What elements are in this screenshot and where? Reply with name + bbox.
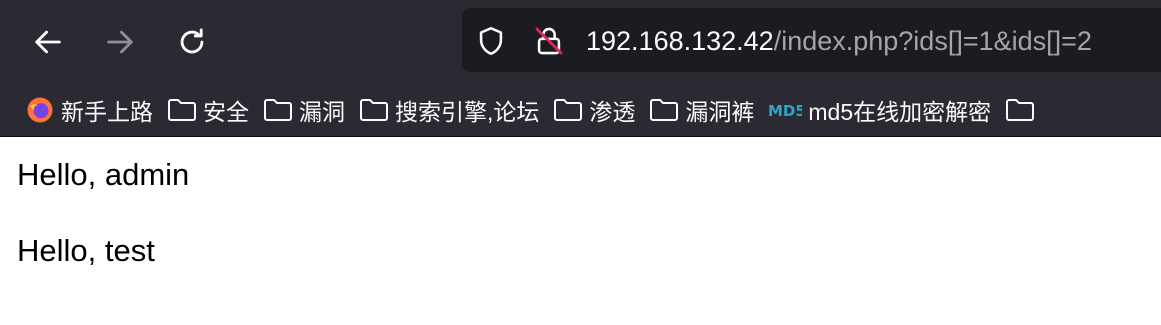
bookmark-new-user[interactable]: 新手上路 xyxy=(25,93,153,127)
bookmark-folder-search-forum[interactable]: 搜索引擎,论坛 xyxy=(359,93,539,127)
folder-icon xyxy=(167,98,197,122)
svg-text:MD5: MD5 xyxy=(768,102,802,120)
navigation-toolbar: 192.168.132.42/index.php?ids[]=1&ids[]=2 xyxy=(0,0,1161,84)
forward-arrow-icon xyxy=(107,30,133,54)
site-security-button[interactable] xyxy=(532,24,566,58)
bookmark-folder-overflow[interactable] xyxy=(1005,98,1041,122)
toolbar-divider xyxy=(0,136,1161,137)
folder-icon xyxy=(359,98,389,122)
bookmark-label: 搜索引擎,论坛 xyxy=(395,99,540,125)
bookmark-folder-pentest[interactable]: 渗透 xyxy=(553,93,635,127)
browser-chrome: 192.168.132.42/index.php?ids[]=1&ids[]=2… xyxy=(0,0,1161,137)
back-arrow-icon xyxy=(35,30,61,54)
bookmarks-toolbar: 新手上路 安全 漏洞 搜索引擎,论坛 渗透 漏洞裤 MD5 md5在线加密解密 xyxy=(0,84,1161,136)
bookmark-label: 安全 xyxy=(203,99,249,125)
url-host: 192.168.132.42 xyxy=(586,26,774,56)
greeting-line: Hello, admin xyxy=(17,157,190,192)
md5-logo-icon: MD5 xyxy=(768,99,802,121)
url-bar[interactable]: 192.168.132.42/index.php?ids[]=1&ids[]=2 xyxy=(462,8,1161,72)
bookmark-label: 新手上路 xyxy=(61,99,153,125)
reload-icon xyxy=(180,28,204,54)
bookmark-folder-vulnerabilities[interactable]: 漏洞 xyxy=(263,93,345,127)
firefox-icon xyxy=(25,95,55,125)
folder-icon xyxy=(263,98,293,122)
shield-icon xyxy=(479,26,503,56)
reload-button[interactable] xyxy=(172,22,212,62)
bookmark-folder-vuln-db[interactable]: 漏洞裤 xyxy=(649,93,754,127)
bookmark-label: 漏洞裤 xyxy=(685,99,755,125)
tracking-protection-button[interactable] xyxy=(474,24,508,58)
bookmark-label: 漏洞 xyxy=(299,99,345,125)
greeting-line: Hello, test xyxy=(17,233,155,268)
back-button[interactable] xyxy=(28,22,68,62)
folder-icon xyxy=(1005,98,1035,122)
folder-icon xyxy=(553,98,583,122)
bookmark-folder-security[interactable]: 安全 xyxy=(167,93,249,127)
url-text[interactable]: 192.168.132.42/index.php?ids[]=1&ids[]=2 xyxy=(586,24,1092,58)
forward-button[interactable] xyxy=(100,22,140,62)
page-content: Hello, admin Hello, test xyxy=(0,137,1161,325)
bookmark-label: 渗透 xyxy=(589,99,636,125)
bookmark-md5[interactable]: MD5 md5在线加密解密 xyxy=(768,93,991,127)
url-path: /index.php?ids[]=1&ids[]=2 xyxy=(773,26,1092,56)
insecure-lock-icon xyxy=(535,27,563,55)
folder-icon xyxy=(649,98,679,122)
bookmark-label: md5在线加密解密 xyxy=(808,99,992,125)
